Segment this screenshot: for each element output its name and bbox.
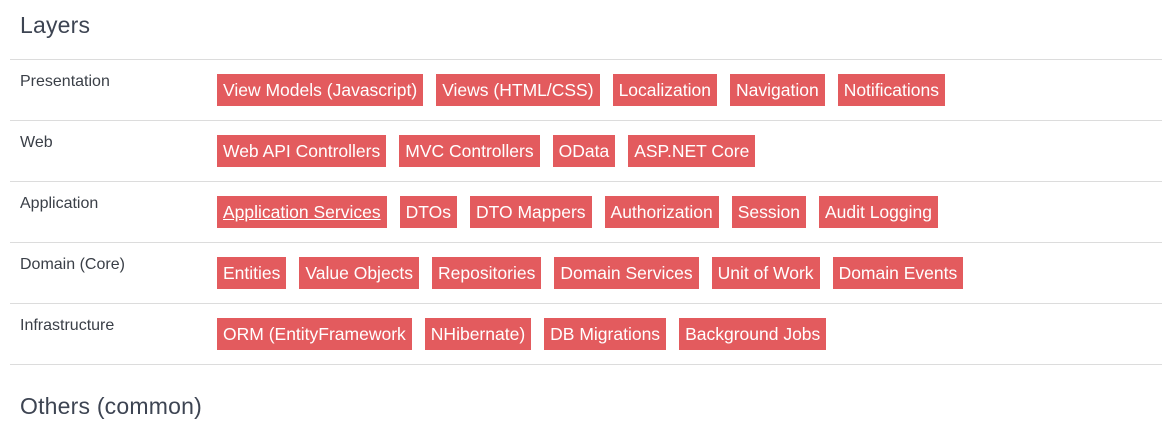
layer-label: Domain (Core) <box>20 256 125 273</box>
tag-web-api-controllers[interactable]: Web API Controllers <box>217 135 387 167</box>
layer-row-domain: Domain (Core) Entities Value Objects Rep… <box>10 243 1162 304</box>
layer-label: Web <box>20 134 53 151</box>
tag-dto-mappers[interactable]: DTO Mappers <box>469 196 592 228</box>
others-heading: Others (common) <box>20 393 202 419</box>
tag-dtos[interactable]: DTOs <box>399 196 457 228</box>
tag-repositories[interactable]: Repositories <box>432 257 542 289</box>
tag-value-objects[interactable]: Value Objects <box>299 257 420 289</box>
tag-view-models[interactable]: View Models (Javascript) <box>217 74 424 106</box>
tag-navigation[interactable]: Navigation <box>729 74 825 106</box>
layer-label: Infrastructure <box>20 317 115 334</box>
tag-localization[interactable]: Localization <box>612 74 717 106</box>
tag-list: View Models (Javascript) Views (HTML/CSS… <box>217 74 958 106</box>
tag-unit-of-work[interactable]: Unit of Work <box>711 257 820 289</box>
tag-session[interactable]: Session <box>731 196 806 228</box>
tag-nhibernate[interactable]: NHibernate) <box>424 318 532 350</box>
tag-mvc-controllers[interactable]: MVC Controllers <box>399 135 540 167</box>
tag-domain-events[interactable]: Domain Events <box>832 257 964 289</box>
layers-table: Presentation View Models (Javascript) Vi… <box>10 59 1162 365</box>
layer-row-infrastructure: Infrastructure ORM (EntityFramework NHib… <box>10 304 1162 365</box>
tag-notifications[interactable]: Notifications <box>837 74 946 106</box>
tag-orm-entityframework[interactable]: ORM (EntityFramework <box>217 318 412 350</box>
tag-list: ORM (EntityFramework NHibernate) DB Migr… <box>217 318 839 350</box>
tag-db-migrations[interactable]: DB Migrations <box>544 318 667 350</box>
tag-views[interactable]: Views (HTML/CSS) <box>436 74 600 106</box>
tag-list: Entities Value Objects Repositories Doma… <box>217 257 976 289</box>
tag-odata[interactable]: OData <box>552 135 616 167</box>
tag-domain-services[interactable]: Domain Services <box>554 257 699 289</box>
tag-audit-logging[interactable]: Audit Logging <box>818 196 938 228</box>
tag-authorization[interactable]: Authorization <box>604 196 719 228</box>
tag-list: Application Services DTOs DTO Mappers Au… <box>217 196 951 228</box>
tag-application-services[interactable]: Application Services <box>217 196 387 228</box>
layer-row-application: Application Application Services DTOs DT… <box>10 182 1162 243</box>
layer-row-presentation: Presentation View Models (Javascript) Vi… <box>10 60 1162 121</box>
tag-entities[interactable]: Entities <box>217 257 287 289</box>
layers-heading: Layers <box>20 12 91 38</box>
layer-label: Presentation <box>20 73 110 90</box>
tag-background-jobs[interactable]: Background Jobs <box>679 318 827 350</box>
tag-aspnet-core[interactable]: ASP.NET Core <box>628 135 756 167</box>
layer-row-web: Web Web API Controllers MVC Controllers … <box>10 121 1162 182</box>
tag-list: Web API Controllers MVC Controllers ODat… <box>217 135 768 167</box>
layer-label: Application <box>20 195 99 212</box>
